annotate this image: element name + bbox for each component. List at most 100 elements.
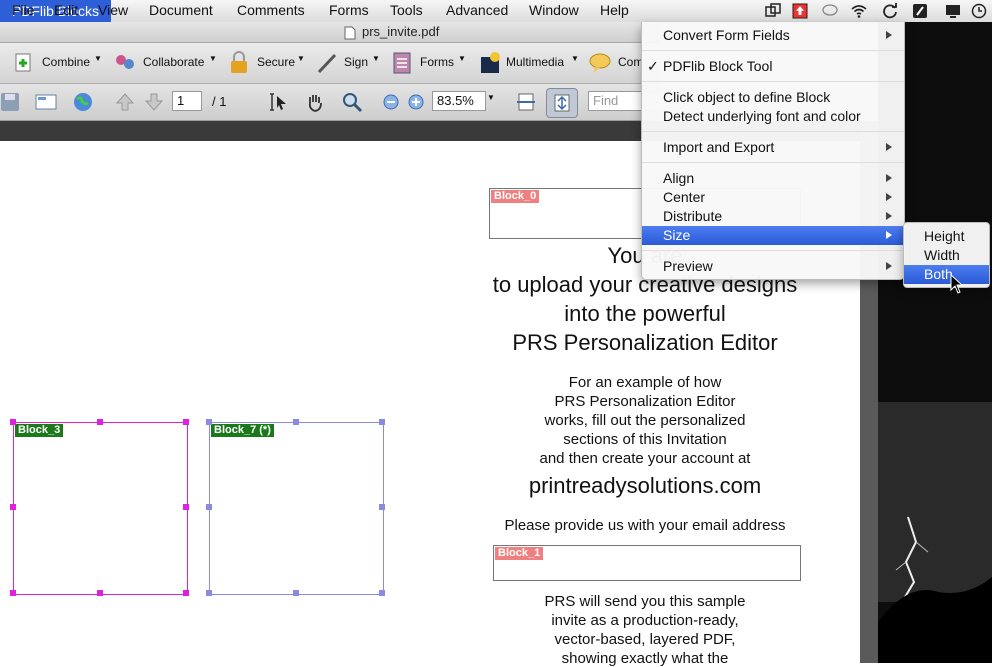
chevron-down-icon: ▼: [458, 54, 466, 63]
combine-button[interactable]: Combine ▼: [12, 49, 102, 77]
zoom-dropdown-icon[interactable]: ▼: [487, 93, 495, 102]
menu-item-convert-form-fields[interactable]: Convert Form Fields: [642, 26, 904, 45]
resize-handle[interactable]: [97, 419, 103, 425]
previous-page-icon[interactable]: [114, 91, 136, 113]
display-icon[interactable]: [945, 3, 961, 19]
resize-handle[interactable]: [10, 419, 16, 425]
fit-width-icon[interactable]: [515, 91, 537, 113]
resize-handle[interactable]: [379, 419, 385, 425]
menu-separator: [642, 50, 904, 51]
zoom-level-input[interactable]: 83.5%: [432, 91, 486, 111]
menu-item-distribute[interactable]: Distribute: [642, 207, 904, 226]
closing-line-3: vector-based, layered PDF,: [554, 631, 736, 648]
zoom-out-icon[interactable]: [380, 91, 402, 113]
multimedia-icon: [481, 52, 500, 73]
select-tool-icon[interactable]: [268, 91, 290, 113]
resize-handle[interactable]: [293, 590, 299, 596]
menu-window[interactable]: Window: [529, 2, 579, 18]
next-page-icon[interactable]: [143, 91, 165, 113]
zoom-in-icon[interactable]: [405, 91, 427, 113]
body-line-1: For an example of how: [568, 374, 722, 391]
submenu-arrow-icon: [886, 31, 892, 39]
windows-icon[interactable]: [765, 3, 781, 19]
menu-item-detect-font-color[interactable]: Detect underlying font and color: [642, 107, 904, 126]
wifi-icon[interactable]: [851, 3, 867, 19]
forms-icon: [393, 52, 411, 74]
menu-document[interactable]: Document: [149, 2, 213, 18]
forms-button[interactable]: Forms ▼: [392, 49, 468, 77]
block-3[interactable]: Block_3: [13, 422, 188, 595]
comment-button[interactable]: Com: [588, 49, 648, 77]
checkmark-icon: ✓: [647, 58, 659, 74]
time-machine-icon[interactable]: [971, 3, 987, 19]
resize-handle[interactable]: [183, 504, 189, 510]
block-1[interactable]: Block_1: [493, 545, 801, 581]
multimedia-label: Multimedia: [506, 55, 565, 69]
resize-handle[interactable]: [379, 504, 385, 510]
menu-separator: [642, 131, 904, 132]
menu-bar: File Edit View Document Comments Forms T…: [0, 0, 992, 23]
resize-handle[interactable]: [379, 590, 385, 596]
hand-tool-icon[interactable]: [304, 91, 326, 113]
resize-handle[interactable]: [206, 504, 212, 510]
block-0-label: Block_0: [491, 190, 540, 203]
email-prompt: Please provide us with your email addres…: [504, 517, 786, 534]
size-submenu: Height Width Both: [903, 222, 990, 288]
resize-handle[interactable]: [183, 419, 189, 425]
resize-handle[interactable]: [293, 419, 299, 425]
menu-advanced[interactable]: Advanced: [446, 2, 508, 18]
resize-handle[interactable]: [206, 590, 212, 596]
chevron-down-icon: ▼: [372, 54, 380, 63]
page-number-input[interactable]: 1: [172, 91, 202, 111]
menu-edit[interactable]: Edit: [54, 2, 78, 18]
chevron-down-icon: ▼: [297, 54, 305, 63]
window-title: prs_invite.pdf: [362, 24, 440, 39]
upload-icon[interactable]: [792, 3, 808, 19]
menu-item-size[interactable]: Size: [642, 226, 904, 245]
multimedia-button[interactable]: Multimedia ▼: [479, 49, 579, 77]
resize-handle[interactable]: [206, 419, 212, 425]
submenu-arrow-icon: [886, 143, 892, 151]
menu-item-import-export[interactable]: Import and Export: [642, 138, 904, 157]
menu-separator: [642, 162, 904, 163]
submenu-arrow-icon: [886, 174, 892, 182]
globe-icon[interactable]: [72, 91, 94, 113]
submenu-item-both[interactable]: Both: [904, 265, 989, 284]
menu-help[interactable]: Help: [600, 2, 629, 18]
menu-comments[interactable]: Comments: [237, 2, 305, 18]
resize-handle[interactable]: [10, 590, 16, 596]
submenu-item-width[interactable]: Width: [904, 246, 989, 265]
menu-forms[interactable]: Forms: [329, 2, 369, 18]
menu-separator: [642, 250, 904, 251]
lock-icon: [231, 51, 247, 73]
email-icon[interactable]: [35, 91, 57, 113]
menu-tools[interactable]: Tools: [390, 2, 423, 18]
headline-line-3: into the powerful: [564, 301, 726, 326]
sign-button[interactable]: Sign ▼: [316, 49, 382, 77]
menu-item-align[interactable]: Align: [642, 169, 904, 188]
script-icon[interactable]: [912, 3, 928, 19]
menu-item-click-define-block[interactable]: Click object to define Block: [642, 88, 904, 107]
chevron-down-icon: ▼: [571, 54, 579, 63]
resize-handle[interactable]: [183, 590, 189, 596]
menu-file[interactable]: File: [12, 2, 35, 18]
resize-handle[interactable]: [10, 504, 16, 510]
secure-button[interactable]: Secure ▼: [229, 49, 307, 77]
submenu-item-height[interactable]: Height: [904, 227, 989, 246]
fit-page-button[interactable]: [546, 88, 578, 118]
menu-view[interactable]: View: [98, 2, 128, 18]
sync-icon[interactable]: [882, 3, 898, 19]
resize-handle[interactable]: [97, 590, 103, 596]
submenu-arrow-icon: [886, 231, 892, 239]
marquee-zoom-icon[interactable]: [341, 91, 363, 113]
block-7[interactable]: Block_7 (*): [209, 422, 384, 595]
menu-item-center[interactable]: Center: [642, 188, 904, 207]
block-7-label: Block_7 (*): [211, 424, 274, 437]
menu-item-preview[interactable]: Preview: [642, 257, 904, 276]
save-icon[interactable]: [0, 91, 22, 113]
submenu-arrow-icon: [886, 193, 892, 201]
chat-icon[interactable]: [822, 3, 838, 19]
menu-item-block-tool[interactable]: ✓ PDFlib Block Tool: [642, 57, 904, 76]
collaborate-button[interactable]: Collaborate ▼: [113, 49, 217, 77]
body-line-3: works, fill out the personalized: [544, 412, 746, 429]
